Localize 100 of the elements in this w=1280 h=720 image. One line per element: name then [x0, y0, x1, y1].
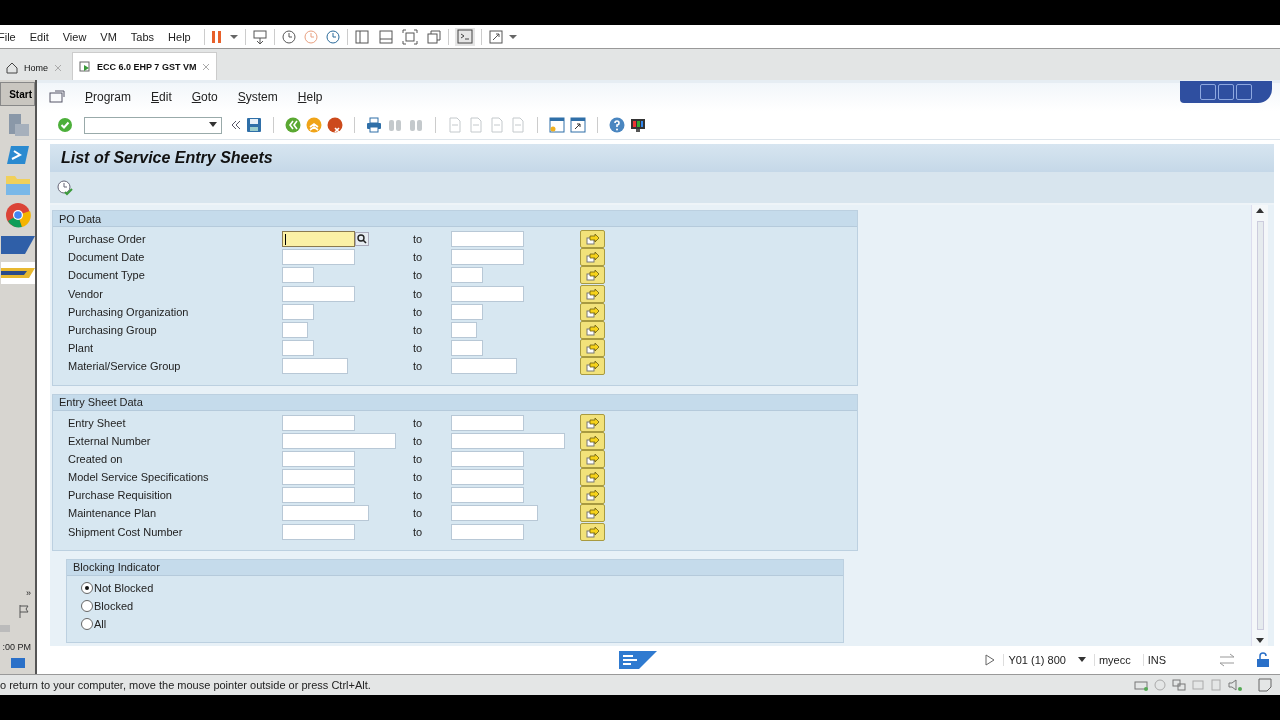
- desktop-icon[interactable]: [10, 658, 25, 668]
- flag-icon[interactable]: [17, 604, 31, 618]
- fullscreen-icon[interactable]: [401, 28, 418, 45]
- printer-icon[interactable]: [366, 117, 382, 133]
- input-field[interactable]: [282, 267, 314, 284]
- multiple-selection-button[interactable]: [580, 339, 605, 358]
- browser-icon[interactable]: [4, 202, 31, 228]
- speaker-icon[interactable]: [1228, 679, 1242, 691]
- note-icon[interactable]: [1258, 678, 1272, 692]
- multiple-selection-button[interactable]: [580, 357, 605, 376]
- play-icon[interactable]: [985, 654, 996, 666]
- input-field[interactable]: [451, 450, 524, 467]
- input-field[interactable]: [451, 523, 524, 540]
- input-field[interactable]: [451, 358, 517, 375]
- input-field[interactable]: [282, 358, 348, 375]
- input-field[interactable]: [282, 432, 396, 449]
- shortcut-icon[interactable]: [570, 117, 586, 133]
- multiple-selection-button[interactable]: [580, 230, 605, 248]
- menu-icon[interactable]: [49, 90, 65, 104]
- minimize-button[interactable]: [1200, 84, 1216, 100]
- caret-icon[interactable]: [209, 122, 217, 128]
- multiple-selection-button[interactable]: [580, 248, 605, 267]
- input-field[interactable]: [451, 285, 524, 302]
- multiple-selection-button[interactable]: [580, 266, 605, 285]
- sidebar-layout-icon[interactable]: [353, 28, 370, 45]
- input-field[interactable]: [451, 487, 524, 504]
- lock-icon[interactable]: [1256, 652, 1270, 668]
- start-button[interactable]: Start: [0, 82, 35, 106]
- input-field[interactable]: [451, 231, 524, 247]
- menu-item[interactable]: Help: [297, 90, 323, 104]
- menu-item[interactable]: Tabs: [123, 30, 162, 43]
- multiple-selection-button[interactable]: [580, 320, 605, 339]
- menu-item[interactable]: Edit: [22, 30, 56, 43]
- unity-icon[interactable]: [425, 28, 442, 45]
- radio-button[interactable]: [81, 617, 93, 630]
- back-icon[interactable]: [285, 117, 301, 133]
- scroll-up-icon[interactable]: [1256, 207, 1264, 213]
- tab[interactable]: ECC 6.0 EHP 7 GST VM: [72, 52, 218, 80]
- new-window-icon[interactable]: [549, 117, 565, 133]
- multiple-selection-button[interactable]: [580, 468, 605, 487]
- cancel-icon[interactable]: [327, 117, 343, 133]
- bottom-panel-icon[interactable]: [377, 28, 394, 45]
- caret-icon[interactable]: [228, 32, 239, 41]
- input-field[interactable]: [282, 469, 355, 486]
- multiple-selection-button[interactable]: [580, 413, 605, 432]
- powershell-icon[interactable]: [5, 144, 30, 166]
- multiple-selection-button[interactable]: [580, 284, 605, 303]
- stretch-icon[interactable]: [487, 28, 504, 45]
- menu-item[interactable]: Goto: [191, 90, 218, 104]
- execute-icon[interactable]: [57, 179, 73, 196]
- input-field[interactable]: [451, 340, 483, 357]
- menu-item[interactable]: Help: [161, 30, 198, 43]
- radio-button[interactable]: [81, 581, 93, 594]
- input-field[interactable]: [451, 469, 524, 486]
- scroll-down-icon[interactable]: [1256, 638, 1264, 644]
- caret-icon[interactable]: [1077, 657, 1086, 663]
- close-icon[interactable]: [54, 64, 62, 72]
- input-field[interactable]: [282, 414, 355, 431]
- scrollbar[interactable]: [1251, 205, 1268, 646]
- search-help-button[interactable]: [355, 232, 369, 246]
- input-field[interactable]: [282, 231, 355, 247]
- menu-item[interactable]: View: [55, 30, 94, 43]
- input-field[interactable]: [451, 321, 477, 338]
- exit-icon[interactable]: [306, 117, 322, 133]
- input-field[interactable]: [451, 267, 483, 284]
- clock-icon[interactable]: [302, 28, 319, 45]
- input-field[interactable]: [451, 414, 524, 431]
- usb-icon[interactable]: [1192, 679, 1204, 691]
- input-field[interactable]: [282, 321, 308, 338]
- caret-icon[interactable]: [507, 32, 518, 41]
- menu-item[interactable]: System: [237, 90, 278, 104]
- multiple-selection-button[interactable]: [580, 504, 605, 523]
- double-chevron-icon[interactable]: [231, 119, 241, 131]
- radio-button[interactable]: [81, 599, 93, 612]
- console-icon[interactable]: [454, 27, 475, 46]
- multiple-selection-button[interactable]: [580, 522, 605, 541]
- close-button[interactable]: [1236, 84, 1252, 100]
- input-field[interactable]: [282, 523, 355, 540]
- input-field[interactable]: [451, 432, 565, 449]
- input-field[interactable]: [282, 249, 355, 266]
- input-field[interactable]: [451, 505, 538, 522]
- send-keys-icon[interactable]: [251, 28, 268, 45]
- binoculars-icon[interactable]: [408, 117, 424, 133]
- input-field[interactable]: [282, 487, 355, 504]
- check-icon[interactable]: [57, 117, 73, 133]
- input-field[interactable]: [282, 450, 355, 467]
- menu-item[interactable]: Edit: [151, 90, 172, 104]
- binoculars-icon[interactable]: [387, 117, 403, 133]
- input-field[interactable]: [282, 285, 355, 302]
- help-icon[interactable]: [609, 117, 625, 133]
- multiple-selection-button[interactable]: [580, 431, 605, 450]
- multiple-selection-button[interactable]: [580, 449, 605, 468]
- multiple-selection-button[interactable]: [580, 302, 605, 321]
- menu-item[interactable]: VM: [93, 30, 124, 43]
- cd-icon[interactable]: [1154, 679, 1166, 691]
- tab[interactable]: Home: [0, 56, 68, 80]
- multiple-selection-button[interactable]: [580, 486, 605, 505]
- transfer-icon[interactable]: [1218, 653, 1236, 667]
- input-field[interactable]: [282, 505, 369, 522]
- menu-item[interactable]: Program: [85, 90, 132, 104]
